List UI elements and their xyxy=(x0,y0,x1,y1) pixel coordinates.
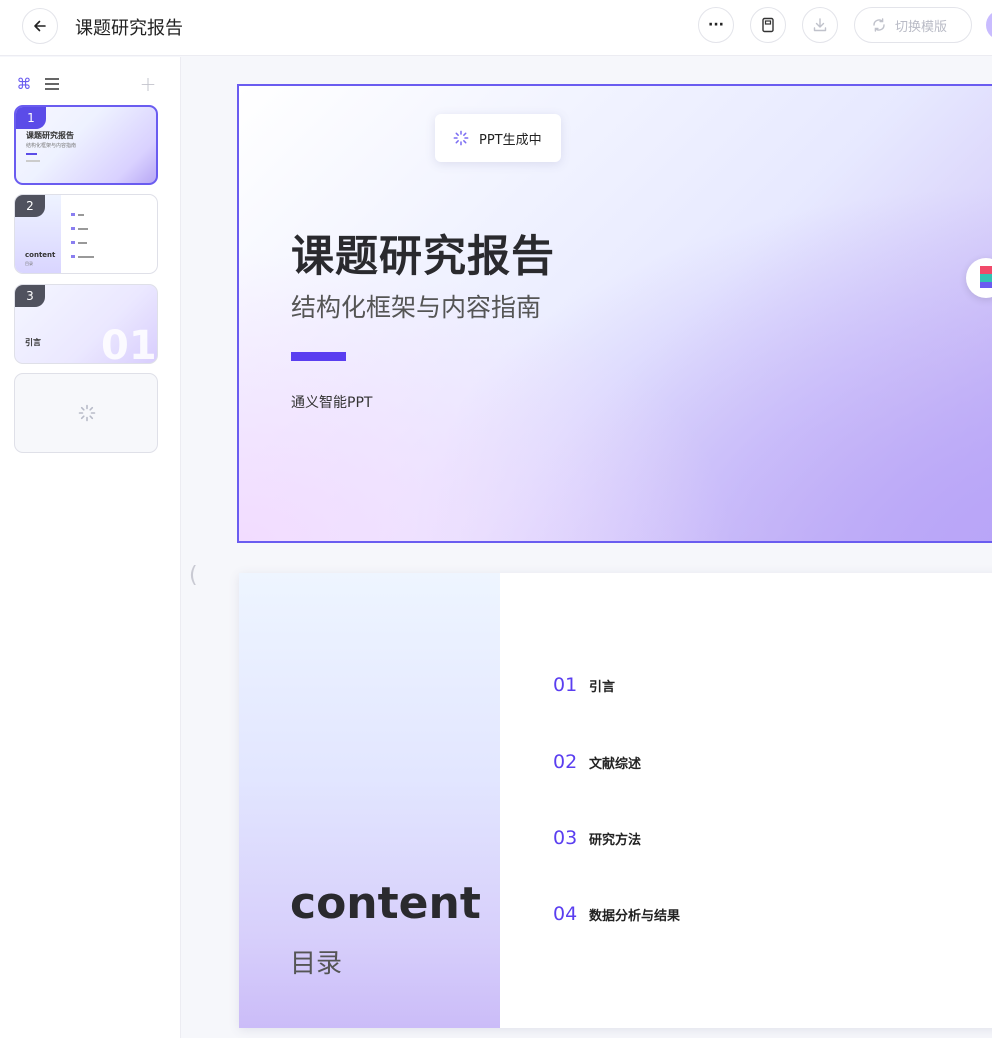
list-view-icon[interactable] xyxy=(43,75,61,93)
toc-item-label: 数据分析与结果 xyxy=(589,908,681,924)
thumb-title: 课题研究报告 xyxy=(26,131,74,140)
toc-item[interactable]: 04 数据分析与结果 xyxy=(553,903,680,925)
switch-template-button[interactable]: 切换模版 xyxy=(854,7,972,43)
slide-thumbnail-1[interactable]: 1 课题研究报告 结构化框架与内容指南 xyxy=(14,105,158,185)
thumb-title: content xyxy=(25,251,56,259)
refresh-icon xyxy=(873,18,885,32)
slide-thumbnail-2[interactable]: 2 content 目录 xyxy=(14,194,158,274)
grid-view-icon[interactable]: ⌘ xyxy=(15,75,33,93)
toc-item-number: 03 xyxy=(553,827,578,849)
thumb-big-number: 01 xyxy=(101,323,157,364)
add-slide-icon[interactable]: + xyxy=(139,72,157,96)
thumb-subtitle: 目录 xyxy=(25,261,33,266)
toc-item-number: 04 xyxy=(553,903,578,925)
back-button[interactable] xyxy=(22,8,58,44)
slide-number-badge: 2 xyxy=(15,195,45,217)
slide-subtitle[interactable]: 结构化框架与内容指南 xyxy=(291,288,541,324)
document-title[interactable]: 课题研究报告 xyxy=(75,14,183,40)
thumb-toc-line xyxy=(71,213,131,216)
arrow-left-icon xyxy=(34,20,46,32)
toc-item-label: 引言 xyxy=(589,679,616,695)
toc-item[interactable]: 02 文献综述 xyxy=(553,751,641,773)
slide-number-badge: 3 xyxy=(15,285,45,307)
download-icon xyxy=(813,18,827,32)
switch-template-label: 切换模版 xyxy=(895,19,948,35)
slide-thumbnail-loading xyxy=(14,373,158,453)
slide-2-left-panel xyxy=(239,573,500,1028)
thumb-toc-line xyxy=(71,227,131,230)
toc-item-label: 研究方法 xyxy=(589,832,642,848)
slide-author[interactable]: 通义智能PPT xyxy=(291,392,372,412)
thumb-title: 引言 xyxy=(25,338,41,347)
avatar[interactable] xyxy=(986,10,992,40)
toc-item[interactable]: 01 引言 xyxy=(553,674,615,696)
toc-item-label: 文献综述 xyxy=(589,756,642,772)
thumb-toc-line xyxy=(71,255,131,258)
download-button[interactable] xyxy=(802,7,838,43)
toc-item-number: 02 xyxy=(553,751,578,773)
toc-subheading[interactable]: 目录 xyxy=(290,943,342,980)
thumb-author-line xyxy=(26,160,40,162)
title-accent-bar xyxy=(291,352,346,361)
slide-thumbnail-3[interactable]: 3 引言 01 xyxy=(14,284,158,364)
thumb-subtitle: 结构化框架与内容指南 xyxy=(26,143,77,149)
toc-item-number: 01 xyxy=(553,674,578,696)
save-button[interactable] xyxy=(750,7,786,43)
more-icon: ··· xyxy=(708,17,724,33)
slide-number-badge: 1 xyxy=(16,107,46,129)
more-button[interactable]: ··· xyxy=(698,7,734,43)
slide-2-canvas[interactable]: content 目录 01 引言 02 文献综述 03 研究方法 04 数据分析… xyxy=(239,573,992,1028)
loading-spinner-icon xyxy=(453,130,469,146)
generating-status-text: PPT生成中 xyxy=(479,132,542,148)
slide-1-canvas[interactable]: PPT生成中 课题研究报告 结构化框架与内容指南 通义智能PPT xyxy=(237,84,992,543)
toc-item[interactable]: 03 研究方法 xyxy=(553,827,641,849)
thumb-accent-bar xyxy=(26,153,37,155)
collapse-panel-handle[interactable]: ( xyxy=(189,563,198,593)
top-bar: 课题研究报告 ··· 切换模版 xyxy=(0,0,992,56)
save-icon xyxy=(762,17,774,33)
loading-spinner-icon xyxy=(78,404,96,422)
slide-title[interactable]: 课题研究报告 xyxy=(291,222,555,284)
toc-heading[interactable]: content xyxy=(290,878,481,929)
generating-status-pill: PPT生成中 xyxy=(435,114,561,162)
thumb-toc-line xyxy=(71,241,131,244)
